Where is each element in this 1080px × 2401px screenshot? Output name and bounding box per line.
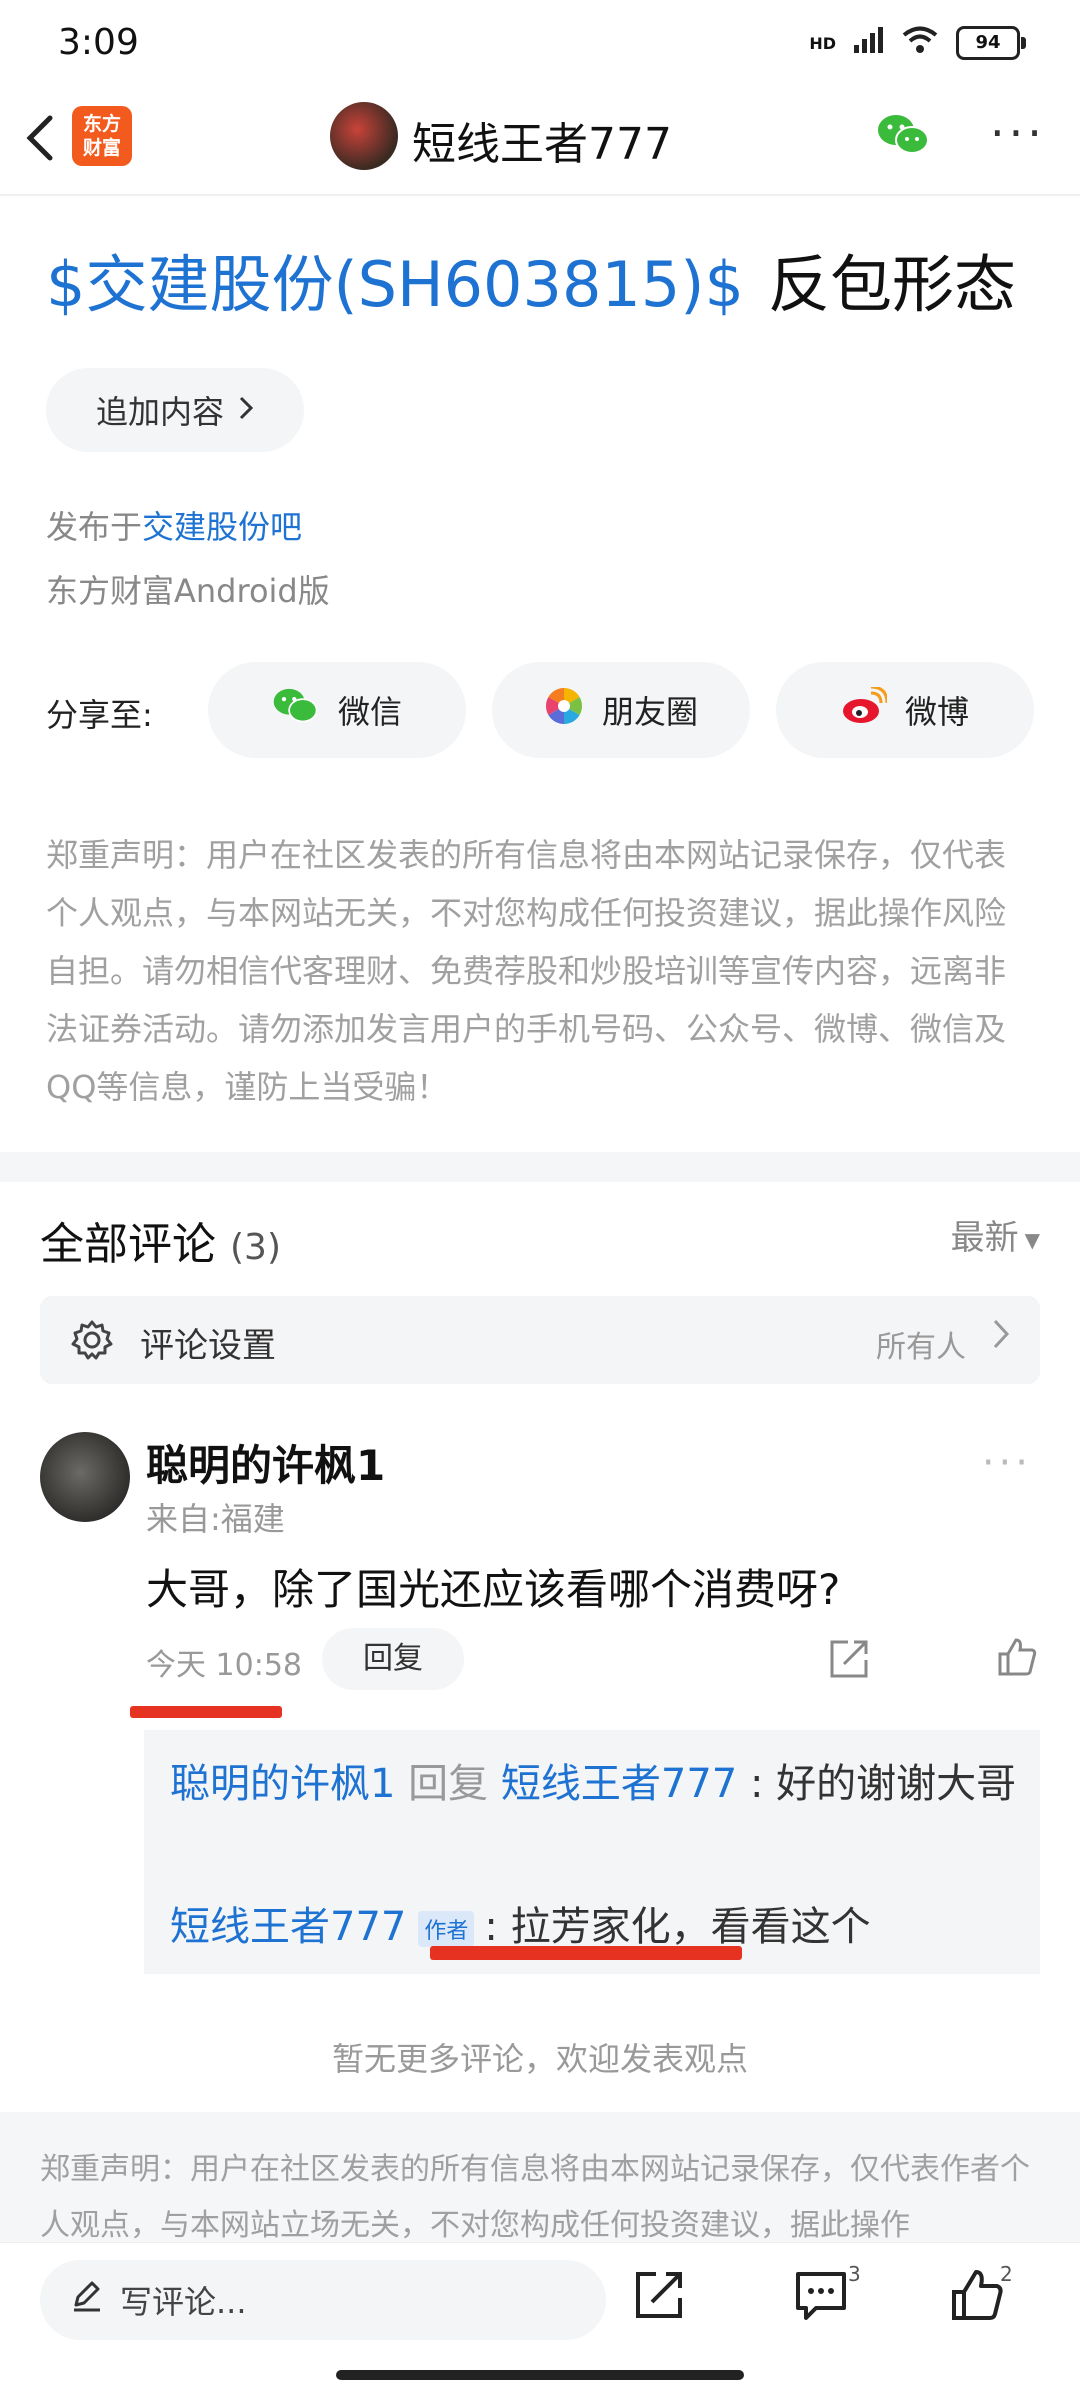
status-time: 3:09	[58, 22, 139, 63]
share-icon[interactable]	[632, 2268, 686, 2326]
moments-icon	[544, 686, 584, 734]
comment-count: 3	[848, 2262, 861, 2286]
chevron-right-icon	[992, 1318, 1010, 1359]
comment-time: 今天 10:58	[146, 1648, 302, 1683]
write-comment-input[interactable]: 写评论...	[40, 2260, 606, 2340]
bottom-disclaimer-text: 郑重声明：用户在社区发表的所有信息将由本网站记录保存，仅代表作者个人观点，与本网…	[40, 2152, 1030, 2243]
nav-divider	[0, 194, 1080, 196]
pencil-icon	[70, 2279, 104, 2321]
gear-icon	[70, 1318, 114, 1366]
reply-target[interactable]: 短线王者777	[501, 1761, 737, 1807]
like-count: 2	[1000, 2262, 1013, 2286]
comment-settings-row[interactable]: 评论设置 所有人	[40, 1296, 1040, 1384]
comment-settings-value: 所有人	[876, 1330, 966, 1365]
share-icon[interactable]	[828, 1638, 870, 1684]
more-icon[interactable]: ···	[990, 110, 1046, 156]
share-wechat-label: 微信	[337, 693, 402, 731]
stock-link[interactable]: $交建股份(SH603815)$	[46, 248, 744, 321]
thumbs-up-icon[interactable]	[996, 1636, 1038, 1682]
back-button[interactable]	[20, 108, 70, 168]
reply-user[interactable]: 短线王者777	[170, 1904, 406, 1950]
reply-text: 好的谢谢大哥	[776, 1761, 1017, 1807]
eastmoney-logo[interactable]: 东方 财富	[72, 106, 132, 166]
wifi-icon	[902, 26, 938, 60]
home-indicator[interactable]	[336, 2370, 744, 2380]
annotation-underline	[430, 1946, 742, 1960]
disclaimer-text: 郑重声明：用户在社区发表的所有信息将由本网站记录保存，仅代表个人观点，与本网站无…	[46, 836, 1007, 1106]
reply-user[interactable]: 聪明的许枫1	[170, 1761, 395, 1807]
comment-settings-label: 评论设置	[140, 1326, 276, 1366]
share-weibo-label: 微博	[904, 693, 969, 731]
reply-colon: :	[749, 1761, 764, 1807]
comments-count: (3)	[230, 1227, 281, 1268]
reply-thread: 聪明的许枫1 回复 短线王者777 : 好的谢谢大哥 短线王者777 作者: 拉芳…	[144, 1730, 1040, 1974]
write-comment-placeholder: 写评论...	[120, 2283, 247, 2321]
forum-link[interactable]: 交建股份吧	[142, 508, 302, 546]
share-moments-button[interactable]: 朋友圈	[492, 662, 750, 758]
reply-word: 回复	[408, 1761, 489, 1807]
share-moments-label: 朋友圈	[601, 693, 698, 731]
post-title: $交建股份(SH603815)$ 反包形态	[46, 234, 1016, 324]
sort-label: 最新	[950, 1218, 1019, 1258]
post-title-text: 反包形态	[767, 248, 1016, 321]
section-divider	[0, 1152, 1080, 1182]
wechat-share-icon[interactable]	[876, 112, 932, 162]
share-label: 分享至:	[46, 696, 153, 734]
network-label: HD	[809, 33, 836, 53]
commenter-name[interactable]: 聪明的许枫1	[146, 1432, 385, 1493]
weibo-icon	[841, 685, 889, 733]
add-content-button[interactable]: 追加内容	[46, 368, 304, 452]
comments-title: 全部评论	[40, 1219, 216, 1270]
post-source: 东方财富Android版	[46, 572, 330, 610]
commenter-location: 来自:福建	[146, 1500, 285, 1538]
signal-icon	[854, 27, 884, 59]
comment-icon[interactable]	[794, 2268, 848, 2326]
sort-dropdown[interactable]: 最新 ▼	[951, 1210, 1040, 1259]
reply-button[interactable]: 回复	[322, 1628, 464, 1690]
reply-item[interactable]: 聪明的许枫1 回复 短线王者777 : 好的谢谢大哥	[170, 1750, 1020, 1818]
share-weibo-button[interactable]: 微博	[776, 662, 1034, 758]
add-content-label: 追加内容	[95, 393, 224, 431]
author-badge: 作者	[418, 1911, 475, 1947]
published-in: 发布于交建股份吧	[46, 502, 302, 548]
chevron-right-icon	[238, 391, 254, 429]
reply-text: 拉芳家化，看看这个	[510, 1904, 871, 1950]
comment-more-icon[interactable]: ···	[982, 1440, 1032, 1486]
author-avatar[interactable]	[330, 102, 398, 170]
comment-text: 大哥，除了国光还应该看哪个消费呀?	[146, 1565, 841, 1614]
thumbs-up-icon[interactable]	[950, 2268, 1004, 2326]
battery-icon: 94	[956, 26, 1026, 60]
reply-colon: :	[484, 1904, 498, 1950]
comments-header: 全部评论 (3)	[40, 1208, 281, 1272]
wechat-icon	[272, 686, 320, 734]
logo-text-2: 财富	[82, 137, 121, 159]
published-prefix: 发布于	[46, 508, 143, 546]
annotation-underline	[130, 1706, 282, 1718]
status-icons: HD 94	[809, 26, 1026, 60]
logo-text-1: 东方	[82, 113, 121, 135]
author-name[interactable]: 短线王者777	[412, 108, 672, 172]
commenter-avatar[interactable]	[40, 1432, 130, 1522]
caret-down-icon: ▼	[1024, 1227, 1040, 1252]
no-more-comments: 暂无更多评论，欢迎发表观点	[331, 2040, 748, 2078]
reply-item[interactable]: 短线王者777 作者: 拉芳家化，看看这个	[170, 1894, 871, 1952]
share-wechat-button[interactable]: 微信	[208, 662, 466, 758]
